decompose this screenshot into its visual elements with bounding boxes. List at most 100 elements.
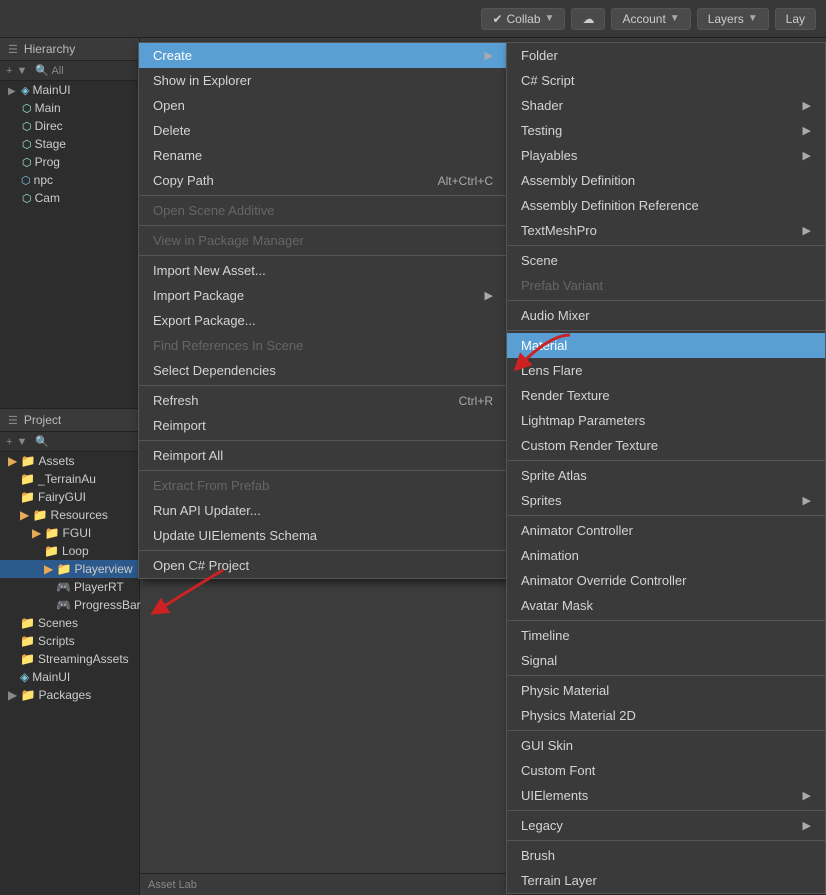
- menu-item-textmeshpro[interactable]: TextMeshPro ▶: [507, 218, 825, 243]
- project-search[interactable]: 🔍: [35, 435, 49, 448]
- menu-item-lightmap-params[interactable]: Lightmap Parameters: [507, 408, 825, 433]
- project-item-scenes[interactable]: 📁Scenes: [0, 614, 139, 632]
- menu-item-folder[interactable]: Folder: [507, 43, 825, 68]
- menu-item-timeline[interactable]: Timeline: [507, 623, 825, 648]
- menu-item-refresh[interactable]: Refresh Ctrl+R: [139, 388, 507, 413]
- menu-item-sprite-atlas[interactable]: Sprite Atlas: [507, 463, 825, 488]
- hierarchy-item-direc[interactable]: ⬡Direc: [0, 117, 139, 135]
- menu-item-export-package[interactable]: Export Package...: [139, 308, 507, 333]
- project-item-loop[interactable]: 📁Loop: [0, 542, 139, 560]
- menu-item-gui-skin[interactable]: GUI Skin: [507, 733, 825, 758]
- menu-item-reimport[interactable]: Reimport: [139, 413, 507, 438]
- menu-item-render-texture[interactable]: Render Texture: [507, 383, 825, 408]
- project-item-mainui-asset[interactable]: ◈MainUI: [0, 668, 139, 686]
- account-label: Account: [622, 12, 665, 26]
- menu-item-avatar-mask[interactable]: Avatar Mask: [507, 593, 825, 618]
- menu-item-animation[interactable]: Animation: [507, 543, 825, 568]
- collab-button[interactable]: ✔ Collab ▼: [481, 8, 565, 30]
- menu-item-lens-flare[interactable]: Lens Flare: [507, 358, 825, 383]
- project-add[interactable]: +: [6, 436, 12, 448]
- project-item-fairygui[interactable]: 📁FairyGUI: [0, 488, 139, 506]
- project-item-playerview[interactable]: ▶ 📁Playerview: [0, 560, 139, 578]
- project-item-packages[interactable]: ▶ 📁Packages: [0, 686, 139, 704]
- project-item-progressbar[interactable]: 🎮ProgressBar: [0, 596, 139, 614]
- hierarchy-item-npc[interactable]: ▶ ⬡npc: [0, 171, 139, 189]
- avatar-mask-label: Avatar Mask: [521, 598, 593, 613]
- hierarchy-item-mainui[interactable]: ▶ ◈MainUI: [0, 81, 139, 99]
- right-sep-7: [507, 675, 825, 676]
- menu-item-physics-material-2d[interactable]: Physics Material 2D: [507, 703, 825, 728]
- menu-item-playables[interactable]: Playables ▶: [507, 143, 825, 168]
- open-label: Open: [153, 98, 185, 113]
- menu-item-material[interactable]: Material: [507, 333, 825, 358]
- menu-item-assembly-def-ref[interactable]: Assembly Definition Reference: [507, 193, 825, 218]
- collab-arrow: ▼: [545, 13, 555, 24]
- project-item-scripts[interactable]: 📁Scripts: [0, 632, 139, 650]
- menu-item-physic-material[interactable]: Physic Material: [507, 678, 825, 703]
- hierarchy-item-cam[interactable]: ⬡Cam: [0, 189, 139, 207]
- animation-label: Animation: [521, 548, 579, 563]
- project-panel: ☰ Project + ▼ 🔍 ▶ 📁Assets 📁_TerrainAu 📁F…: [0, 408, 140, 895]
- open-csharp-label: Open C# Project: [153, 558, 249, 573]
- menu-item-scene[interactable]: Scene: [507, 248, 825, 273]
- menu-item-csharp-script[interactable]: C# Script: [507, 68, 825, 93]
- menu-item-select-dependencies[interactable]: Select Dependencies: [139, 358, 507, 383]
- menu-item-legacy[interactable]: Legacy ▶: [507, 813, 825, 838]
- hierarchy-item-prog[interactable]: ⬡Prog: [0, 153, 139, 171]
- menu-item-custom-font[interactable]: Custom Font: [507, 758, 825, 783]
- menu-item-sprites[interactable]: Sprites ▶: [507, 488, 825, 513]
- refresh-shortcut: Ctrl+R: [459, 394, 493, 408]
- menu-item-import-new-asset[interactable]: Import New Asset...: [139, 258, 507, 283]
- project-item-playerrt[interactable]: 🎮PlayerRT: [0, 578, 139, 596]
- project-item-terrainae[interactable]: 📁_TerrainAu: [0, 470, 139, 488]
- shader-label: Shader: [521, 98, 563, 113]
- project-item-assets[interactable]: ▶ 📁Assets: [0, 452, 139, 470]
- menu-item-brush[interactable]: Brush: [507, 843, 825, 868]
- add-icon[interactable]: +: [6, 65, 12, 77]
- menu-item-shader[interactable]: Shader ▶: [507, 93, 825, 118]
- menu-sep-7: [139, 550, 507, 551]
- hierarchy-title: Hierarchy: [24, 42, 75, 56]
- hierarchy-item-stage[interactable]: ⬡Stage: [0, 135, 139, 153]
- menu-item-terrain-layer[interactable]: Terrain Layer: [507, 868, 825, 893]
- menu-sep-5: [139, 440, 507, 441]
- menu-item-rename[interactable]: Rename: [139, 143, 507, 168]
- menu-item-update-uielements[interactable]: Update UIElements Schema: [139, 523, 507, 548]
- menu-item-import-package[interactable]: Import Package ▶: [139, 283, 507, 308]
- layers-button[interactable]: Layers ▼: [697, 8, 769, 30]
- cloud-button[interactable]: ☁: [571, 8, 605, 30]
- menu-item-open[interactable]: Open: [139, 93, 507, 118]
- copy-path-shortcut: Alt+Ctrl+C: [438, 174, 493, 188]
- menu-item-custom-render-texture[interactable]: Custom Render Texture: [507, 433, 825, 458]
- menu-item-open-csharp[interactable]: Open C# Project: [139, 553, 507, 578]
- project-item-resources[interactable]: ▶ 📁Resources: [0, 506, 139, 524]
- topbar: ✔ Collab ▼ ☁ Account ▼ Layers ▼ Lay: [0, 0, 826, 38]
- menu-item-delete[interactable]: Delete: [139, 118, 507, 143]
- find-references-label: Find References In Scene: [153, 338, 303, 353]
- account-button[interactable]: Account ▼: [611, 8, 690, 30]
- menu-item-animator-controller[interactable]: Animator Controller: [507, 518, 825, 543]
- import-new-asset-label: Import New Asset...: [153, 263, 266, 278]
- project-item-streamingassets[interactable]: 📁StreamingAssets: [0, 650, 139, 668]
- project-item-fgui[interactable]: ▶ 📁FGUI: [0, 524, 139, 542]
- menu-item-signal[interactable]: Signal: [507, 648, 825, 673]
- hierarchy-item-main[interactable]: ⬡Main: [0, 99, 139, 117]
- menu-item-ui-elements[interactable]: UIElements ▶: [507, 783, 825, 808]
- textmeshpro-arrow: ▶: [803, 224, 811, 237]
- menu-item-create[interactable]: Create ▶: [139, 43, 507, 68]
- menu-item-assembly-def[interactable]: Assembly Definition: [507, 168, 825, 193]
- menu-item-copy-path[interactable]: Copy Path Alt+Ctrl+C: [139, 168, 507, 193]
- lay-button[interactable]: Lay: [775, 8, 816, 30]
- menu-item-testing[interactable]: Testing ▶: [507, 118, 825, 143]
- physic-material-label: Physic Material: [521, 683, 609, 698]
- folder-label: Folder: [521, 48, 558, 63]
- menu-item-reimport-all[interactable]: Reimport All: [139, 443, 507, 468]
- menu-item-animator-override[interactable]: Animator Override Controller: [507, 568, 825, 593]
- menu-item-audio-mixer[interactable]: Audio Mixer: [507, 303, 825, 328]
- menu-item-run-api-updater[interactable]: Run API Updater...: [139, 498, 507, 523]
- open-scene-additive-label: Open Scene Additive: [153, 203, 274, 218]
- menu-item-show-explorer[interactable]: Show in Explorer: [139, 68, 507, 93]
- audio-mixer-label: Audio Mixer: [521, 308, 590, 323]
- layers-arrow: ▼: [748, 13, 758, 24]
- export-package-label: Export Package...: [153, 313, 256, 328]
